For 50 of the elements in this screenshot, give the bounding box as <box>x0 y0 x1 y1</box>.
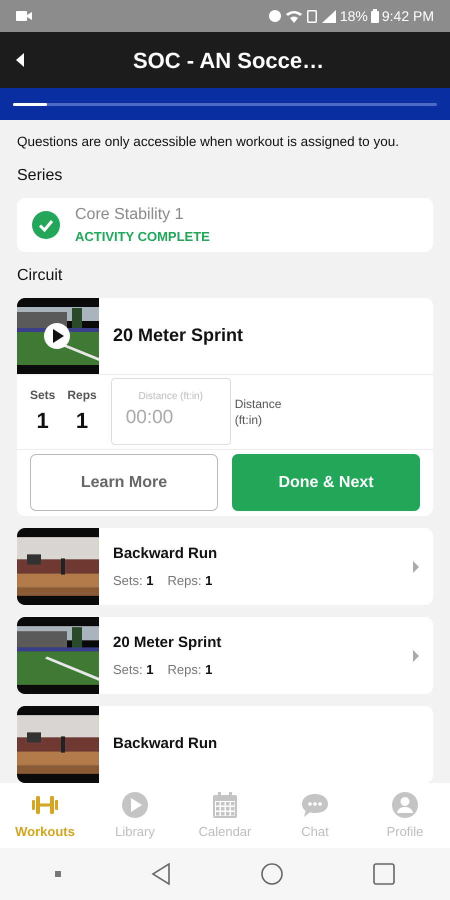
tab[interactable]: Profile <box>360 783 450 848</box>
battery-level: 18% <box>340 6 368 26</box>
exercise-row[interactable]: Backward Run Sets: 1 Reps: 1 <box>17 528 433 605</box>
notice-text: Questions are only accessible when workout is assigned to you. <box>17 134 400 150</box>
distance-field[interactable]: Distance (ft:in) 00:00 <box>110 378 231 446</box>
reps-value: 1 <box>76 407 88 436</box>
back-icon <box>16 53 24 67</box>
series-name: Core Stability 1 <box>75 205 184 226</box>
series-status: ACTIVITY COMPLETE <box>75 228 210 246</box>
signal-icon <box>322 10 336 22</box>
exercise-title: 20 Meter Sprint <box>113 324 244 348</box>
exercise-row[interactable]: Backward Run <box>17 706 433 783</box>
done-next-button[interactable]: Done & Next <box>232 454 420 512</box>
unit-label: Distance (ft:in) <box>234 396 282 428</box>
exercise-title: 20 Meter Sprint <box>113 632 222 652</box>
recents-icon[interactable] <box>373 863 395 885</box>
calendar-icon <box>210 790 240 820</box>
circle-icon <box>268 10 281 22</box>
exercise-row[interactable]: 20 Meter Sprint Sets: 1 Reps: 1 <box>17 617 433 694</box>
chevron-icon <box>413 650 419 662</box>
sim-card-icon <box>306 10 317 22</box>
chevron-icon <box>413 560 419 572</box>
distance-input[interactable]: 00:00 <box>118 404 223 433</box>
sets-value: 1 <box>36 407 49 436</box>
series-card[interactable]: Core Stability 1 ACTIVITY COMPLETE <box>17 198 433 252</box>
sets-count: Sets: 1 <box>113 661 154 679</box>
sets-label: Sets <box>30 387 56 404</box>
field-label: Distance (ft:in) <box>137 390 204 404</box>
reps-label: Reps <box>67 387 97 404</box>
play-icon <box>120 790 150 820</box>
home-icon[interactable] <box>261 863 283 885</box>
tab[interactable]: Workouts <box>0 783 90 848</box>
learn-more-button[interactable]: Learn More <box>30 454 218 512</box>
back-icon[interactable] <box>151 863 171 885</box>
section-heading: Series <box>17 166 64 186</box>
sets-count: Sets: 1 <box>113 572 154 590</box>
reps-count: Reps: 1 <box>167 572 212 590</box>
header-title: SOC - AN Socce… <box>133 46 324 74</box>
profile-icon <box>390 790 420 820</box>
tab[interactable]: Calendar <box>180 783 270 848</box>
section-heading: Circuit <box>17 266 64 286</box>
video-camera-icon <box>16 10 32 22</box>
wifi-icon <box>286 10 302 22</box>
clock: 9:42 PM <box>382 6 434 26</box>
tab[interactable]: Library <box>90 783 180 848</box>
exercise-title: Backward Run <box>113 734 218 754</box>
exercise-title: Backward Run <box>113 544 218 564</box>
reps-count: Reps: 1 <box>167 661 212 679</box>
tab[interactable]: Chat <box>270 783 360 848</box>
battery-icon <box>370 9 379 23</box>
